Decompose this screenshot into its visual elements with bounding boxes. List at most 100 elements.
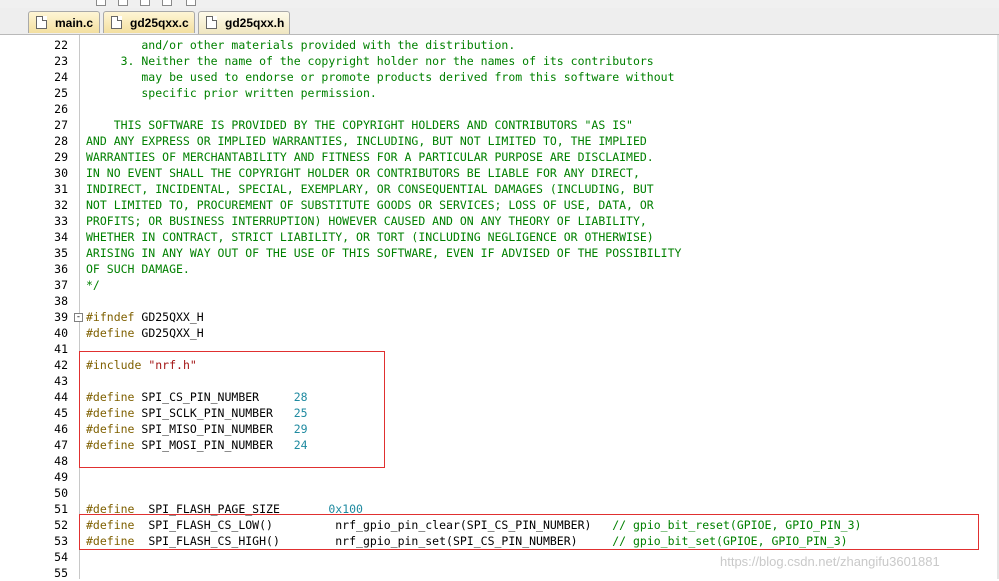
line-number: 39 <box>54 310 68 324</box>
edit-icon[interactable] <box>140 0 150 6</box>
code-line[interactable]: 47 #define SPI_MOSI_PIN_NUMBER 24 <box>0 437 999 453</box>
h-file-icon <box>206 16 217 29</box>
code-line[interactable]: 42 #include "nrf.h" <box>0 357 999 373</box>
code-line[interactable]: 52 #define SPI_FLASH_CS_LOW() nrf_gpio_pi… <box>0 517 999 533</box>
code-line[interactable]: 32 NOT LIMITED TO, PROCUREMENT OF SUBSTIT… <box>0 197 999 213</box>
tab-gd25qxx-h[interactable]: gd25qxx.h <box>198 11 290 34</box>
tab-label: gd25qxx.h <box>225 16 285 30</box>
code-line[interactable]: 48 <box>0 453 999 469</box>
code-line[interactable]: 27 THIS SOFTWARE IS PROVIDED BY THE COPY… <box>0 117 999 133</box>
grid-icon[interactable] <box>186 0 196 6</box>
line-number: 44 <box>54 390 68 404</box>
code-line[interactable]: 43 <box>0 373 999 389</box>
line-number: 45 <box>54 406 68 420</box>
code-line[interactable]: 49 <box>0 469 999 485</box>
code-text: specific prior written permission. <box>86 85 376 101</box>
code-line[interactable]: 25 specific prior written permission. <box>0 85 999 101</box>
code-line[interactable]: 30 IN NO EVENT SHALL THE COPYRIGHT HOLDER… <box>0 165 999 181</box>
code-text: WARRANTIES OF MERCHANTABILITY AND FITNES… <box>86 149 654 165</box>
line-number: 49 <box>54 470 68 484</box>
code-text: IN NO EVENT SHALL THE COPYRIGHT HOLDER O… <box>86 165 640 181</box>
code-token: SPI_MISO_PIN_NUMBER <box>134 422 294 436</box>
code-text: #define SPI_FLASH_CS_HIGH() nrf_gpio_pin… <box>86 533 848 549</box>
line-number: 29 <box>54 150 68 164</box>
code-line[interactable]: 51 #define SPI_FLASH_PAGE_SIZE 0x100 <box>0 501 999 517</box>
save-icon[interactable] <box>96 0 106 6</box>
line-number: 51 <box>54 502 68 516</box>
line-number: 41 <box>54 342 68 356</box>
code-token: SPI_SCLK_PIN_NUMBER <box>134 406 294 420</box>
code-token: SPI_CS_PIN_NUMBER <box>134 390 294 404</box>
number-token: 24 <box>293 438 308 452</box>
tab-main-c[interactable]: main.c <box>28 11 100 33</box>
code-line[interactable]: 50 <box>0 485 999 501</box>
preprocessor-token: #ifndef <box>86 310 135 324</box>
line-number: 26 <box>54 102 68 116</box>
code-line[interactable]: 23 3. Neither the name of the copyright … <box>0 53 999 69</box>
code-line[interactable]: 45 #define SPI_SCLK_PIN_NUMBER 25 <box>0 405 999 421</box>
code-line[interactable]: 35 ARISING IN ANY WAY OUT OF THE USE OF T… <box>0 245 999 261</box>
code-text: #ifndef GD25QXX_H <box>86 309 204 325</box>
code-line[interactable]: 37 */ <box>0 277 999 293</box>
code-line[interactable]: 22 and/or other materials provided with … <box>0 37 999 53</box>
comment-token: 3. Neither the name of the copyright hol… <box>86 54 654 68</box>
code-line[interactable]: 38 <box>0 293 999 309</box>
fold-toggle-icon[interactable]: - <box>74 313 83 322</box>
preprocessor-token: #define <box>86 390 135 404</box>
preprocessor-token: #define <box>86 422 135 436</box>
code-text: #define SPI_CS_PIN_NUMBER 28 <box>86 389 308 405</box>
code-line[interactable]: 31 INDIRECT, INCIDENTAL, SPECIAL, EXEMPLA… <box>0 181 999 197</box>
comment-token: and/or other materials provided with the… <box>86 38 516 52</box>
code-line[interactable]: 39- #ifndef GD25QXX_H <box>0 309 999 325</box>
tab-label: gd25qxx.c <box>130 16 189 30</box>
comment-token: WHETHER IN CONTRACT, STRICT LIABILITY, O… <box>86 230 654 244</box>
preprocessor-token: #define <box>86 438 135 452</box>
line-number: 31 <box>54 182 68 196</box>
code-line[interactable]: 29 WARRANTIES OF MERCHANTABILITY AND FITN… <box>0 149 999 165</box>
code-token: GD25QXX_H <box>134 326 204 340</box>
code-text: #define SPI_FLASH_CS_LOW() nrf_gpio_pin_… <box>86 517 861 533</box>
file-tab-bar: main.c gd25qxx.c gd25qxx.h <box>0 8 999 35</box>
code-token: SPI_MOSI_PIN_NUMBER <box>134 438 294 452</box>
line-number: 52 <box>54 518 68 532</box>
comment-token: */ <box>86 278 100 292</box>
code-text: #define GD25QXX_H <box>86 325 204 341</box>
comment-token: INDIRECT, INCIDENTAL, SPECIAL, EXEMPLARY… <box>86 182 654 196</box>
code-text: #define SPI_MOSI_PIN_NUMBER 24 <box>86 437 308 453</box>
line-number: 37 <box>54 278 68 292</box>
code-line[interactable]: 33 PROFITS; OR BUSINESS INTERRUPTION) HOW… <box>0 213 999 229</box>
code-line[interactable]: 28 AND ANY EXPRESS OR IMPLIED WARRANTIES,… <box>0 133 999 149</box>
line-number: 35 <box>54 246 68 260</box>
page-icon[interactable] <box>118 0 128 6</box>
code-text: #define SPI_MISO_PIN_NUMBER 29 <box>86 421 308 437</box>
code-line[interactable]: 40 #define GD25QXX_H <box>0 325 999 341</box>
code-line[interactable]: 36 OF SUCH DAMAGE. <box>0 261 999 277</box>
comment-token: THIS SOFTWARE IS PROVIDED BY THE COPYRIG… <box>86 118 633 132</box>
line-number: 53 <box>54 534 68 548</box>
code-line[interactable]: 44 #define SPI_CS_PIN_NUMBER 28 <box>0 389 999 405</box>
code-editor[interactable]: 22 and/or other materials provided with … <box>0 37 999 581</box>
tab-gd25qxx-c[interactable]: gd25qxx.c <box>103 11 195 33</box>
line-number: 36 <box>54 262 68 276</box>
copy-icon[interactable] <box>162 0 172 6</box>
line-number: 48 <box>54 454 68 468</box>
line-number: 33 <box>54 214 68 228</box>
comment-token: IN NO EVENT SHALL THE COPYRIGHT HOLDER O… <box>86 166 640 180</box>
code-line[interactable]: 34 WHETHER IN CONTRACT, STRICT LIABILITY,… <box>0 229 999 245</box>
code-line[interactable]: 24 may be used to endorse or promote pro… <box>0 69 999 85</box>
code-line[interactable]: 46 #define SPI_MISO_PIN_NUMBER 29 <box>0 421 999 437</box>
code-line[interactable]: 41 <box>0 341 999 357</box>
line-number: 40 <box>54 326 68 340</box>
code-text: PROFITS; OR BUSINESS INTERRUPTION) HOWEV… <box>86 213 647 229</box>
code-text: #define SPI_SCLK_PIN_NUMBER 25 <box>86 405 308 421</box>
c-file-icon <box>36 16 47 29</box>
code-token: SPI_FLASH_CS_LOW() nrf_gpio_pin_clear(SP… <box>134 518 613 532</box>
line-number: 42 <box>54 358 68 372</box>
code-text: ARISING IN ANY WAY OUT OF THE USE OF THI… <box>86 245 681 261</box>
line-number: 22 <box>54 38 68 52</box>
code-line[interactable]: 26 <box>0 101 999 117</box>
preprocessor-token: #define <box>86 534 135 548</box>
watermark: https://blog.csdn.net/zhangifu3601881 <box>720 554 940 569</box>
code-line[interactable]: 53 #define SPI_FLASH_CS_HIGH() nrf_gpio_p… <box>0 533 999 549</box>
line-number: 30 <box>54 166 68 180</box>
